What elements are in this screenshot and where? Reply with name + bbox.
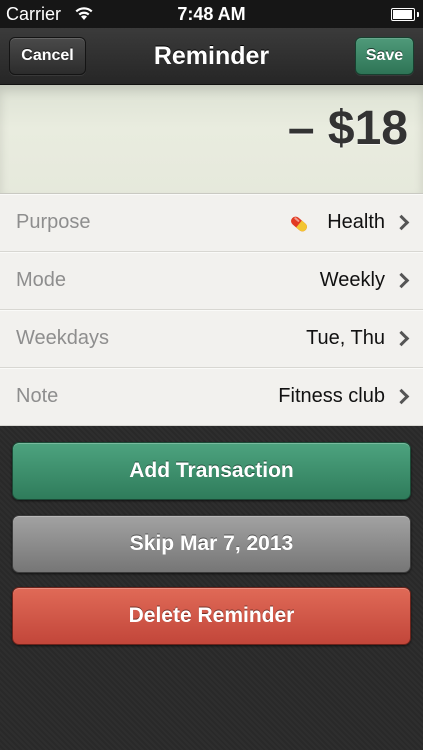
battery-icon (391, 8, 419, 21)
add-transaction-button[interactable]: Add Transaction (12, 442, 411, 500)
amount-panel[interactable]: – $18 (0, 85, 423, 194)
note-label: Note (16, 385, 59, 407)
mode-value: Weekly (319, 269, 385, 291)
mode-label: Mode (16, 269, 67, 291)
status-bar: Carrier 7:48 AM (0, 0, 423, 28)
purpose-value: Health (327, 211, 385, 233)
reminder-screen: Carrier 7:48 AM Cancel Reminder Save – $… (0, 0, 423, 750)
status-time: 7:48 AM (177, 4, 246, 24)
purpose-label: Purpose (16, 211, 91, 233)
delete-reminder-button[interactable]: Delete Reminder (12, 587, 411, 645)
amount-value: – $18 (287, 102, 408, 155)
pill-icon (287, 212, 311, 236)
save-button[interactable]: Save (355, 37, 414, 75)
purpose-row[interactable]: Purpose Health (0, 194, 423, 252)
weekdays-row[interactable]: Weekdays Tue, Thu (0, 310, 423, 368)
chevron-right-icon (393, 272, 410, 289)
reminder-details-list: Purpose Health Mode Weekly Weekdays Tue,… (0, 194, 423, 426)
skip-date-button[interactable]: Skip Mar 7, 2013 (12, 515, 411, 573)
mode-row[interactable]: Mode Weekly (0, 252, 423, 310)
navigation-bar: Cancel Reminder Save (0, 28, 423, 85)
weekdays-value: Tue, Thu (306, 327, 385, 349)
chevron-right-icon (393, 330, 410, 347)
chevron-right-icon (393, 214, 410, 231)
chevron-right-icon (393, 388, 410, 405)
note-row[interactable]: Note Fitness club (0, 368, 423, 426)
note-value: Fitness club (278, 385, 385, 407)
weekdays-label: Weekdays (16, 327, 110, 349)
